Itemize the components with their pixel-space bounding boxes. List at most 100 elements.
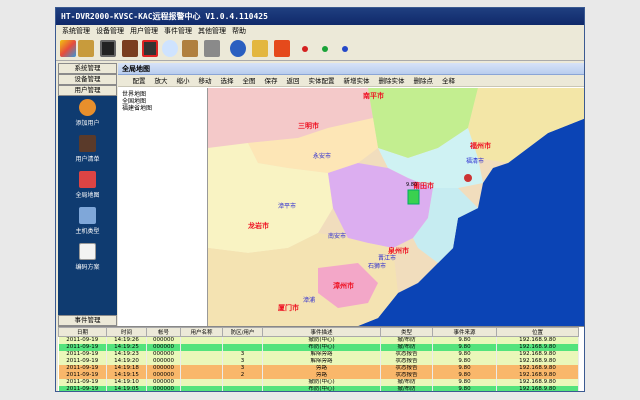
map-tool-move[interactable]: 移动	[194, 75, 216, 86]
menu-system[interactable]: 系统管理	[59, 25, 93, 37]
user-list-icon	[79, 135, 96, 152]
table-cell-time: 14:19:26	[106, 336, 147, 344]
column-account[interactable]: 帐号	[146, 327, 181, 337]
sidebar-item-user-list[interactable]: 用户清单	[58, 132, 117, 168]
map-tool-back[interactable]: 返回	[282, 75, 304, 86]
table-row[interactable]: 2011-09-19 14:19:05 000000 布防(中心) 撤/布防 9.80 19…	[58, 385, 579, 391]
map-tool-entity-config[interactable]: 实体配置	[304, 75, 339, 86]
menu-help[interactable]: 帮助	[229, 25, 249, 37]
table-cell-type: 状态报告	[380, 364, 433, 372]
table-cell-zone	[222, 385, 263, 391]
table-cell-date: 2011-09-19	[58, 371, 107, 379]
table-cell-user	[180, 364, 223, 372]
column-date[interactable]: 日期	[58, 327, 107, 337]
table-cell-pos: 192.168.9.80	[496, 357, 579, 365]
column-description[interactable]: 事件描述	[262, 327, 381, 337]
map-label-yongan: 永安市	[313, 152, 331, 160]
tree-item-fujian[interactable]: 福建省地图	[122, 105, 207, 112]
map-tool-full[interactable]: 全图	[238, 75, 260, 86]
table-row[interactable]: 2011-09-19 14:19:15 000000 2 旁路 状态报告 9.80 192.1…	[58, 371, 579, 379]
menu-other[interactable]: 其他管理	[195, 25, 229, 37]
monitor-icon[interactable]	[100, 40, 116, 57]
table-cell-desc: 旁路	[262, 364, 381, 372]
sidebar-item-add-user[interactable]: 添加用户	[58, 96, 117, 132]
column-type[interactable]: 类型	[380, 327, 433, 337]
table-row[interactable]: 2011-09-19 14:19:25 000000 布防(中心) 撤/布防 9.80 19…	[58, 343, 579, 351]
table-row[interactable]: 2011-09-19 14:19:20 000000 3 解除旁路 状态报告 9.80 192…	[58, 357, 579, 365]
logo-icon[interactable]	[60, 40, 76, 57]
table-cell-account: 000000	[146, 378, 181, 386]
building-icon[interactable]	[182, 40, 198, 57]
event-grid[interactable]: 日期 时间 帐号 用户名称 防区/用户 事件描述 类型 事件来源 位置 2011…	[58, 326, 584, 391]
map-tool-add-entity[interactable]: 新增实体	[339, 75, 374, 86]
table-cell-user	[180, 378, 223, 386]
tree-item-china[interactable]: 全国地图	[122, 98, 207, 105]
table-cell-zone: 3	[222, 357, 263, 365]
table-cell-time: 14:19:10	[106, 378, 147, 386]
stop-icon[interactable]	[274, 40, 290, 57]
table-cell-time: 14:19:15	[106, 371, 147, 379]
menu-event[interactable]: 事件管理	[161, 25, 195, 37]
map-label-jinjiang: 晋江市	[378, 254, 396, 262]
sidebar-item-encoding[interactable]: 编码方案	[58, 240, 117, 276]
book-icon[interactable]	[122, 40, 138, 57]
map-tool-zoom-out[interactable]: 缩小	[172, 75, 194, 86]
menu-device[interactable]: 设备管理	[93, 25, 127, 37]
event-table: 日期 时间 帐号 用户名称 防区/用户 事件描述 类型 事件来源 位置 2011…	[58, 327, 579, 391]
settings-icon[interactable]	[78, 40, 94, 57]
table-cell-zone: 2	[222, 371, 263, 379]
table-row[interactable]: 2011-09-19 14:19:23 000000 3 解除旁路 状态报告 9.80 192…	[58, 350, 579, 358]
table-row[interactable]: 2011-09-19 14:19:26 000000 撤防(中心) 撤/布防 9.80 19…	[58, 336, 579, 344]
column-zone[interactable]: 防区/用户	[222, 327, 263, 337]
map-panel: 全局地图 配置 放大 缩小 移动 选择 全图 保存 返回 实体配置 新增实体 删…	[118, 63, 585, 326]
sidebar-item-host-type[interactable]: 主机类型	[58, 204, 117, 240]
user-icon[interactable]	[142, 40, 158, 57]
bank-icon[interactable]	[204, 40, 220, 57]
table-cell-type: 状态报告	[380, 350, 433, 358]
key-icon[interactable]	[252, 40, 268, 57]
device-marker[interactable]	[407, 189, 420, 205]
map-tool-release[interactable]: 全释	[438, 75, 460, 86]
network-icon	[79, 207, 96, 224]
map-tool-save[interactable]: 保存	[260, 75, 282, 86]
table-cell-type: 撤/布防	[380, 378, 433, 386]
table-row[interactable]: 2011-09-19 14:19:10 000000 撤防(中心) 撤/布防 9.80 19…	[58, 378, 579, 386]
table-cell-source: 9.80	[432, 336, 497, 344]
map-label-zhangping: 漳平市	[278, 202, 296, 210]
table-cell-pos: 192.168.9.80	[496, 378, 579, 386]
sidebar-item-label: 添加用户	[75, 120, 100, 127]
table-cell-date: 2011-09-19	[58, 378, 107, 386]
map-tool-delete-entity[interactable]: 删除实体	[374, 75, 409, 86]
province-map[interactable]: 南平市 三明市 福州市 莆田市 泉州市 漳州市 厦门市 龙岩市 永安市 福清市 …	[208, 88, 585, 326]
table-row[interactable]: 2011-09-19 14:19:18 000000 3 旁路 状态报告 9.80 192.1…	[58, 364, 579, 372]
table-cell-date: 2011-09-19	[58, 357, 107, 365]
menu-user[interactable]: 用户管理	[127, 25, 161, 37]
column-user-name[interactable]: 用户名称	[180, 327, 223, 337]
column-position[interactable]: 位置	[496, 327, 579, 337]
event-rows: 2011-09-19 14:19:26 000000 撤防(中心) 撤/布防 9.80 19…	[58, 336, 579, 391]
table-cell-time: 14:19:25	[106, 343, 147, 351]
search-icon[interactable]	[162, 40, 178, 57]
main-window: HT-DVR2000-KVSC-KAC远程报警中心 V1.0.4.110425 …	[55, 7, 585, 392]
map-tool-zoom-in[interactable]: 放大	[150, 75, 172, 86]
tree-item-world[interactable]: 世界地图	[122, 91, 207, 98]
map-panel-title: 全局地图	[118, 63, 584, 75]
help-icon[interactable]	[230, 40, 246, 57]
table-cell-date: 2011-09-19	[58, 364, 107, 372]
table-cell-date: 2011-09-19	[58, 350, 107, 358]
sidebar-user-button[interactable]: 用户管理	[58, 85, 117, 96]
event-table-header: 日期 时间 帐号 用户名称 防区/用户 事件描述 类型 事件来源 位置	[58, 327, 579, 337]
red-status-icon	[302, 46, 308, 52]
table-cell-user	[180, 371, 223, 379]
table-cell-time: 14:19:20	[106, 357, 147, 365]
column-time[interactable]: 时间	[106, 327, 147, 337]
map-tool-select[interactable]: 选择	[216, 75, 238, 86]
sidebar-system-button[interactable]: 系统管理	[58, 63, 117, 74]
sidebar-item-global-map[interactable]: 全局地图	[58, 168, 117, 204]
sidebar-device-button[interactable]: 设备管理	[58, 74, 117, 85]
table-cell-source: 9.80	[432, 378, 497, 386]
map-tool-delete-point[interactable]: 删除点	[409, 75, 438, 86]
map-tool-config[interactable]: 配置	[128, 75, 150, 86]
sidebar-event-button[interactable]: 事件管理	[58, 315, 117, 326]
column-source[interactable]: 事件来源	[432, 327, 497, 337]
